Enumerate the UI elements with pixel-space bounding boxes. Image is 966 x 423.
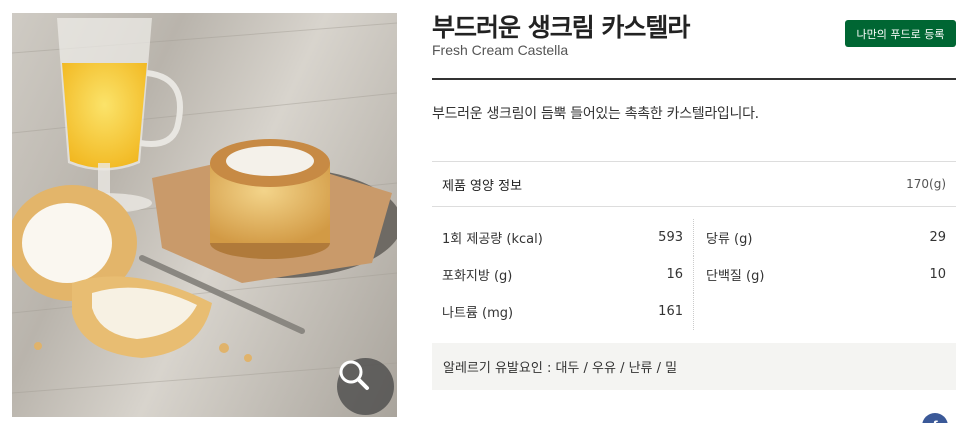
nutrition-header: 제품 영양 정보 170(g) [432,162,956,206]
title-divider [432,78,956,80]
nutrition-row: 나트륨 (mg) 161 [432,293,956,330]
nutrition-item-saturated-fat: 포화지방 (g) 16 [432,256,694,293]
product-photo-illustration [12,18,397,394]
nutrition-value: 29 [929,230,946,245]
nutrition-header-label: 제품 영양 정보 [442,178,523,194]
nutrition-row: 포화지방 (g) 16 단백질 (g) 10 [432,256,956,293]
nutrition-header-divider [432,206,956,207]
nutrition-row: 1회 제공량 (kcal) 593 당류 (g) 29 [432,219,956,256]
nutrition-table: 1회 제공량 (kcal) 593 당류 (g) 29 포화지방 (g) 16 … [432,219,956,330]
nutrition-value: 10 [929,267,946,282]
product-description: 부드러운 생크림이 듬뿍 들어있는 촉촉한 카스텔라입니다. [432,106,759,122]
nutrition-item-calories: 1회 제공량 (kcal) 593 [432,219,694,256]
nutrition-label: 1회 제공량 (kcal) [442,232,543,247]
zoom-button[interactable] [337,358,394,415]
nutrition-label: 단백질 (g) [706,269,765,284]
nutrition-label: 당류 (g) [706,232,753,247]
product-subtitle: Fresh Cream Castella [432,42,569,58]
allergy-info: 알레르기 유발요인 : 대두 / 우유 / 난류 / 밀 [432,343,956,390]
product-title: 부드러운 생크림 카스텔라 [432,13,690,42]
nutrition-item-sugars: 당류 (g) 29 [694,219,956,256]
nutrition-value: 593 [658,230,683,245]
nutrition-item-sodium: 나트륨 (mg) 161 [432,293,694,330]
magnifier-icon [339,360,369,390]
nutrition-empty-cell [694,293,956,330]
nutrition-value: 16 [666,267,683,282]
nutrition-item-protein: 단백질 (g) 10 [694,256,956,293]
nutrition-label: 나트륨 (mg) [442,306,514,321]
product-image [12,13,397,417]
nutrition-weight: 170(g) [906,177,946,191]
add-to-my-food-button[interactable]: 나만의 푸드로 등록 [845,20,956,47]
nutrition-value: 161 [658,304,683,319]
facebook-icon[interactable]: f [922,413,948,423]
nutrition-label: 포화지방 (g) [442,269,513,284]
